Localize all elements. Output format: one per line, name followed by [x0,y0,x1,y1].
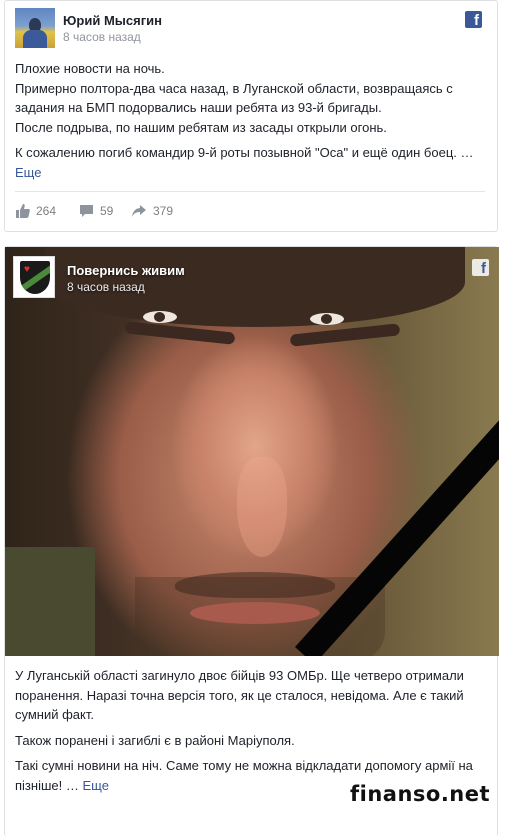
share-count-value: 379 [153,204,174,218]
site-watermark: finanso.net [350,782,491,806]
ellipsis: … [460,145,474,160]
facebook-icon[interactable]: f [472,259,489,276]
comment-icon [80,205,93,217]
comment-count-value: 59 [100,204,114,218]
mourning-ribbon [295,409,499,656]
share-count[interactable]: 379 [131,204,173,218]
post-card-2: ♥ Повернись живим 8 часов назад f У Луга… [4,246,499,836]
post-text: Плохие новости на ночь. Примерно полтора… [15,59,493,188]
post-paragraph: Також поранені і загиблі є в районі Марі… [15,732,295,748]
post-paragraph: К сожалению погиб командир 9-й роты позы… [15,143,493,182]
see-more-link[interactable]: Еще [82,778,108,793]
author-name[interactable]: Юрий Мысягин [63,13,162,28]
facebook-icon[interactable]: f [465,11,482,28]
post-paragraph-text: К сожалению погиб командир 9-й роты позы… [15,145,457,160]
post-paragraph: У Луганській області загинуло двоє бійці… [15,668,464,722]
post-card-1: Юрий Мысягин 8 часов назад f Плохие ново… [4,0,498,232]
reactions-bar: 264 59 379 [15,191,485,232]
post-timestamp[interactable]: 8 часов назад [63,30,141,44]
post-paragraph: Плохие новости на ночь. Примерно полтора… [15,61,453,135]
post-text: У Луганській області загинуло двоє бійці… [15,666,493,801]
ellipsis: … [65,777,79,793]
author-name[interactable]: Повернись живим [67,263,185,278]
like-count-value: 264 [36,204,57,218]
thumbs-up-icon [16,204,30,218]
share-icon [132,205,146,217]
like-count[interactable]: 264 [15,204,56,218]
author-avatar[interactable] [15,8,55,48]
page-avatar[interactable]: ♥ [13,256,55,298]
comment-count[interactable]: 59 [79,204,113,218]
see-more-link[interactable]: Еще [15,165,41,180]
post-timestamp[interactable]: 8 часов назад [67,280,145,294]
post-photo[interactable]: ♥ Повернись живим 8 часов назад f [5,247,499,656]
